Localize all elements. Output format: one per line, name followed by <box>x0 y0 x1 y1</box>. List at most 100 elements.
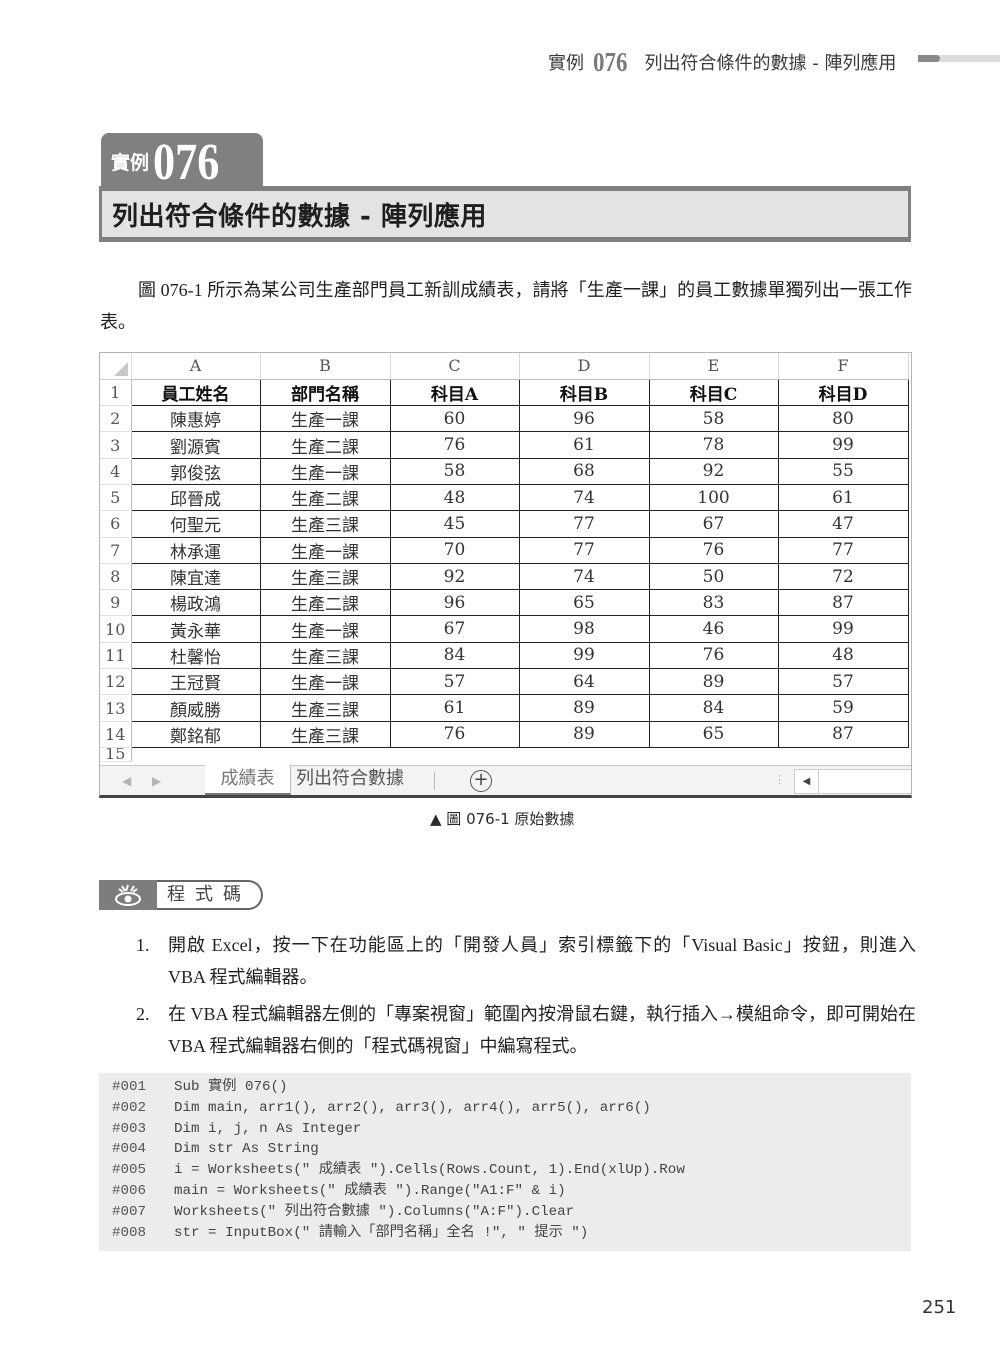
data-cell[interactable]: 生產二課 <box>259 589 391 617</box>
data-cell[interactable]: 77 <box>777 536 909 564</box>
data-cell[interactable]: 48 <box>777 641 909 670</box>
data-cell[interactable]: 64 <box>518 668 650 696</box>
data-cell[interactable]: 黃永華 <box>130 615 261 643</box>
data-cell[interactable]: 47 <box>777 510 909 538</box>
data-cell[interactable]: 顏威勝 <box>130 694 261 722</box>
data-cell[interactable]: 林承運 <box>130 536 261 564</box>
data-cell[interactable]: 陳宜達 <box>130 562 261 591</box>
data-cell[interactable]: 61 <box>777 483 909 512</box>
data-cell[interactable]: 83 <box>648 589 779 617</box>
data-cell[interactable]: 87 <box>777 589 909 617</box>
data-cell[interactable]: 92 <box>648 457 779 485</box>
data-cell[interactable]: 生產一課 <box>259 615 391 643</box>
data-cell[interactable]: 68 <box>518 457 650 485</box>
row-header[interactable]: 15 <box>100 747 132 762</box>
data-cell[interactable]: 77 <box>518 510 650 538</box>
row-header[interactable]: 9 <box>100 589 132 617</box>
data-cell[interactable]: 100 <box>648 483 779 512</box>
splitter-handle-icon[interactable]: ⋮ <box>774 773 785 786</box>
data-cell[interactable]: 76 <box>389 431 520 459</box>
triangle-left-icon[interactable]: ◀ <box>122 774 131 788</box>
data-cell[interactable]: 生產三課 <box>259 694 391 722</box>
data-cell[interactable]: 58 <box>389 457 520 485</box>
data-cell[interactable]: 99 <box>777 431 909 459</box>
data-cell[interactable]: 48 <box>389 483 520 512</box>
plus-circle-icon[interactable]: + <box>470 770 492 792</box>
header-cell[interactable]: 科目D <box>777 378 909 407</box>
data-cell[interactable]: 劉源賓 <box>130 431 261 459</box>
column-header[interactable]: E <box>649 353 779 380</box>
data-cell[interactable]: 生產二課 <box>259 431 391 459</box>
data-cell[interactable]: 76 <box>648 536 779 564</box>
data-cell[interactable]: 65 <box>648 720 779 748</box>
data-cell[interactable]: 99 <box>518 641 650 670</box>
scroll-left-icon[interactable]: ◀ <box>795 770 819 793</box>
data-cell[interactable]: 45 <box>389 510 520 538</box>
row-header[interactable]: 1 <box>100 379 132 407</box>
data-cell[interactable]: 生產一課 <box>259 536 391 564</box>
data-cell[interactable]: 61 <box>518 431 650 459</box>
select-all-corner[interactable] <box>100 353 132 380</box>
data-cell[interactable]: 生產一課 <box>259 457 391 485</box>
data-cell[interactable]: 92 <box>389 562 520 591</box>
data-cell[interactable]: 77 <box>518 536 650 564</box>
data-cell[interactable]: 78 <box>648 431 779 459</box>
data-cell[interactable]: 89 <box>518 720 650 748</box>
empty-cell[interactable] <box>649 747 778 761</box>
sheet-tab-scores[interactable]: 成績表 <box>205 765 291 795</box>
data-cell[interactable]: 57 <box>777 668 909 696</box>
empty-cell[interactable] <box>131 747 260 761</box>
data-cell[interactable]: 何聖元 <box>130 510 261 538</box>
sheet-tab-filtered[interactable]: 列出符合數據 <box>296 766 426 794</box>
data-cell[interactable]: 生產一課 <box>259 668 391 696</box>
data-cell[interactable]: 96 <box>389 589 520 617</box>
column-header[interactable]: F <box>778 353 909 380</box>
data-cell[interactable]: 89 <box>518 694 650 722</box>
row-header[interactable]: 6 <box>100 510 132 538</box>
data-cell[interactable]: 46 <box>648 615 779 643</box>
data-cell[interactable]: 98 <box>518 615 650 643</box>
column-header[interactable]: D <box>519 353 650 380</box>
column-header[interactable]: C <box>390 353 520 380</box>
data-cell[interactable]: 郭俊弦 <box>130 457 261 485</box>
data-cell[interactable]: 生產三課 <box>259 562 391 591</box>
empty-cell[interactable] <box>778 747 908 761</box>
column-header[interactable]: A <box>131 353 261 380</box>
data-cell[interactable]: 生產三課 <box>259 641 391 670</box>
data-cell[interactable]: 80 <box>777 405 909 433</box>
data-cell[interactable]: 57 <box>389 668 520 696</box>
data-cell[interactable]: 99 <box>777 615 909 643</box>
data-cell[interactable]: 生產三課 <box>259 510 391 538</box>
row-header[interactable]: 3 <box>100 431 132 459</box>
empty-cell[interactable] <box>390 747 519 761</box>
header-cell[interactable]: 科目A <box>389 378 520 407</box>
data-cell[interactable]: 58 <box>648 405 779 433</box>
data-cell[interactable]: 76 <box>389 720 520 748</box>
row-header[interactable]: 7 <box>100 537 132 564</box>
data-cell[interactable]: 生產三課 <box>259 720 391 748</box>
triangle-right-icon[interactable]: ▶ <box>152 774 161 788</box>
row-header[interactable]: 2 <box>100 405 132 433</box>
data-cell[interactable]: 74 <box>518 562 650 591</box>
data-cell[interactable]: 60 <box>389 405 520 433</box>
data-cell[interactable]: 74 <box>518 483 650 512</box>
row-header[interactable]: 11 <box>100 642 132 670</box>
data-cell[interactable]: 84 <box>389 641 520 670</box>
horizontal-scrollbar[interactable]: ◀ <box>794 769 911 794</box>
data-cell[interactable]: 楊政鴻 <box>130 589 261 617</box>
data-cell[interactable]: 邱晉成 <box>130 483 261 512</box>
data-cell[interactable]: 50 <box>648 562 779 591</box>
data-cell[interactable]: 96 <box>518 405 650 433</box>
data-cell[interactable]: 陳惠婷 <box>130 405 261 433</box>
data-cell[interactable]: 67 <box>648 510 779 538</box>
header-cell[interactable]: 科目C <box>648 378 779 407</box>
data-cell[interactable]: 59 <box>777 694 909 722</box>
empty-cell[interactable] <box>260 747 390 761</box>
data-cell[interactable]: 杜馨怡 <box>130 641 261 670</box>
data-cell[interactable]: 生產一課 <box>259 405 391 433</box>
row-header[interactable]: 8 <box>100 563 132 591</box>
data-cell[interactable]: 55 <box>777 457 909 485</box>
data-cell[interactable]: 生產二課 <box>259 483 391 512</box>
row-header[interactable]: 4 <box>100 458 132 485</box>
row-header[interactable]: 5 <box>100 484 132 512</box>
